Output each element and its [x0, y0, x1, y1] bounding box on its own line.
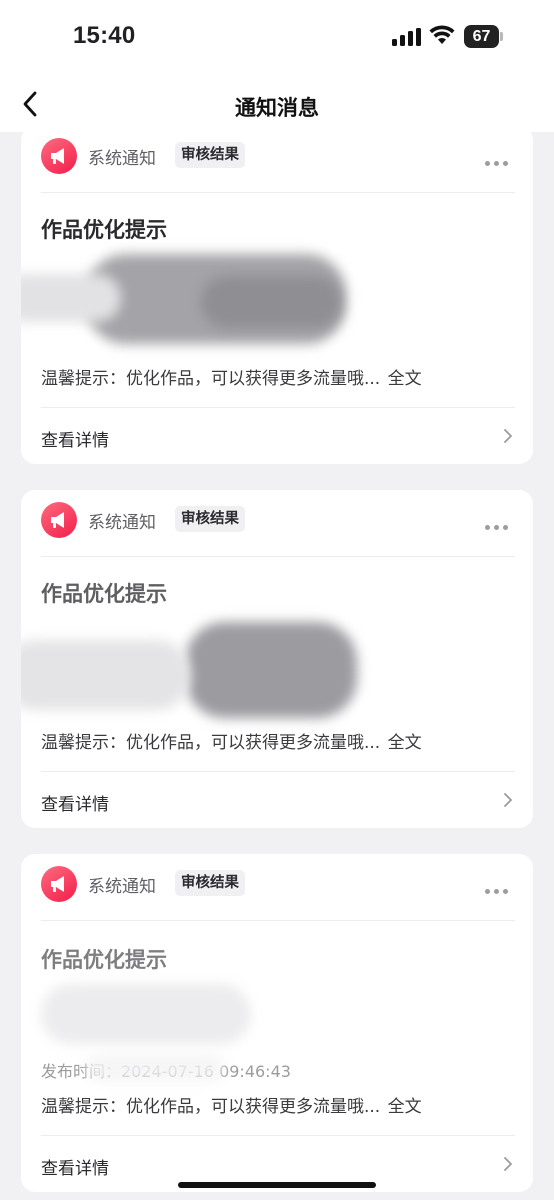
- sender-name: 系统通知: [88, 877, 156, 897]
- wifi-icon: [429, 25, 455, 44]
- redacted-content: [21, 640, 191, 710]
- more-dot-icon: [485, 889, 490, 894]
- notification-tip: 温馨提示：优化作品，可以获得更多流量哦... 全文: [41, 1092, 422, 1117]
- chevron-right-icon: [504, 429, 512, 443]
- divider: [41, 556, 515, 557]
- status-badge: 审核结果: [175, 870, 245, 896]
- megaphone-icon: [51, 148, 64, 164]
- view-details-label: 查看详情: [41, 1159, 109, 1179]
- notification-tip: 温馨提示：优化作品，可以获得更多流量哦... 全文: [41, 364, 422, 389]
- card-header: 系统通知 审核结果: [21, 854, 533, 912]
- more-dot-icon: [494, 889, 499, 894]
- notification-card: 系统通知 审核结果 作品优化提示 发布时间：2024-07-16 09:46:4…: [21, 854, 533, 1192]
- redacted-content: [201, 276, 341, 328]
- notification-title: 作品优化提示: [41, 582, 167, 606]
- card-header: 系统通知 审核结果: [21, 490, 533, 548]
- redacted-content: [85, 1054, 225, 1082]
- system-notice-avatar: [41, 866, 77, 902]
- system-notice-avatar: [41, 502, 77, 538]
- more-dot-icon: [503, 889, 508, 894]
- more-dot-icon: [494, 525, 499, 530]
- view-details-label: 查看详情: [41, 431, 109, 451]
- megaphone-icon: [51, 876, 64, 892]
- tip-text: 温馨提示：优化作品，可以获得更多流量哦...: [41, 1097, 381, 1117]
- notification-card: 系统通知 审核结果 作品优化提示 温馨提示：优化作品，可以获得更多流量哦... …: [21, 490, 533, 828]
- home-indicator[interactable]: [178, 1182, 376, 1188]
- more-options-button[interactable]: [485, 515, 512, 534]
- more-options-button[interactable]: [485, 879, 512, 898]
- battery-cap: [500, 32, 503, 41]
- view-details-row[interactable]: 查看详情: [21, 408, 533, 464]
- battery-indicator: 67: [464, 25, 499, 48]
- status-badge: 审核结果: [175, 142, 245, 168]
- divider: [41, 192, 515, 193]
- status-time: 15:40: [73, 22, 136, 49]
- sender-name: 系统通知: [88, 149, 156, 169]
- tip-text: 温馨提示：优化作品，可以获得更多流量哦...: [41, 369, 381, 389]
- status-badge: 审核结果: [175, 506, 245, 532]
- view-details-label: 查看详情: [41, 795, 109, 815]
- more-dot-icon: [494, 161, 499, 166]
- chevron-right-icon: [504, 793, 512, 807]
- redacted-content: [185, 622, 357, 718]
- status-bar: 15:40 67: [0, 0, 554, 70]
- notification-title: 作品优化提示: [41, 948, 167, 972]
- navigation-bar: 通知消息: [0, 70, 554, 132]
- system-notice-avatar: [41, 138, 77, 174]
- full-text-link[interactable]: 全文: [388, 369, 422, 389]
- more-options-button[interactable]: [485, 151, 512, 170]
- more-dot-icon: [485, 525, 490, 530]
- full-text-link[interactable]: 全文: [388, 1097, 422, 1117]
- notification-title: 作品优化提示: [41, 218, 167, 242]
- redacted-content: [21, 274, 121, 322]
- megaphone-icon: [51, 512, 64, 528]
- view-details-row[interactable]: 查看详情: [21, 772, 533, 828]
- divider: [41, 920, 515, 921]
- sender-name: 系统通知: [88, 513, 156, 533]
- redacted-content: [41, 984, 251, 1044]
- cellular-signal-icon: [392, 28, 421, 46]
- notification-card: 系统通知 审核结果 作品优化提示 温馨提示：优化作品，可以获得更多流量哦... …: [21, 126, 533, 464]
- notification-tip: 温馨提示：优化作品，可以获得更多流量哦... 全文: [41, 728, 422, 753]
- chevron-right-icon: [504, 1157, 512, 1171]
- more-dot-icon: [503, 525, 508, 530]
- more-dot-icon: [485, 161, 490, 166]
- card-header: 系统通知 审核结果: [21, 126, 533, 184]
- tip-text: 温馨提示：优化作品，可以获得更多流量哦...: [41, 733, 381, 753]
- more-dot-icon: [503, 161, 508, 166]
- page-title: 通知消息: [235, 96, 319, 120]
- full-text-link[interactable]: 全文: [388, 733, 422, 753]
